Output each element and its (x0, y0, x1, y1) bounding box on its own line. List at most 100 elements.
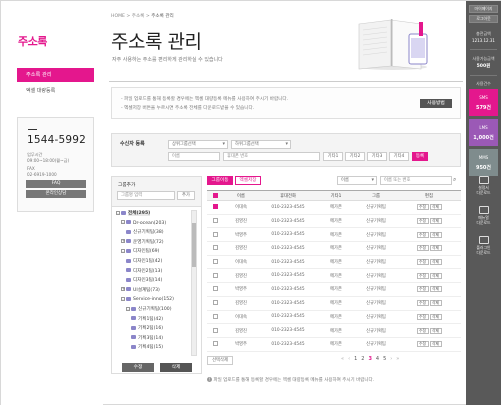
table-row[interactable]: 김영진 010-2323-4545 메가존 신규기획팀 수정 삭제 (207, 296, 461, 311)
excel-save-tab[interactable]: 엑셀저장 (235, 176, 261, 185)
row-delete-button[interactable]: 삭제 (429, 204, 442, 211)
group-tree-item[interactable]: 디자인3팀(14) (126, 277, 162, 284)
table-row[interactable]: 이대숙 010-2323-4545 메가존 신규기획팀 수정 삭제 (207, 255, 461, 270)
sidebar-item-address-book[interactable]: 주소록 관리 (17, 68, 94, 82)
row-delete-button[interactable]: 삭제 (429, 231, 442, 238)
collapse-icon[interactable]: - (121, 296, 125, 301)
logout-button[interactable]: 로그아웃 (469, 15, 498, 23)
row-delete-button[interactable]: 삭제 (429, 300, 442, 307)
usage-guide-button[interactable]: 사용방법 (420, 99, 452, 108)
online-chat-button[interactable]: 온라인상담 (26, 190, 86, 198)
row-delete-button[interactable]: 삭제 (429, 327, 442, 334)
group-edit-button[interactable]: 수정 (122, 363, 154, 372)
row-delete-button[interactable]: 삭제 (429, 218, 442, 225)
col-phone[interactable]: 휴대전화 (259, 190, 317, 201)
row-edit-button[interactable]: 수정 (416, 286, 429, 293)
row-delete-button[interactable]: 삭제 (429, 341, 442, 348)
row-checkbox[interactable] (212, 218, 218, 224)
sidebar-item-excel-upload[interactable]: 엑셀 대량등록 (17, 85, 94, 97)
table-row[interactable]: 이대숙 010-2323-4545 메가존 신규기획팀 수정 삭제 (207, 200, 461, 215)
row-checkbox[interactable] (212, 341, 218, 347)
table-row[interactable]: 박영주 010-2323-4545 메가존 신규기획팀 수정 삭제 (207, 282, 461, 297)
faq-button[interactable]: FAQ (26, 180, 86, 188)
prev-first-icon[interactable]: « (341, 356, 344, 362)
page-link[interactable]: 4 (376, 356, 379, 362)
breadcrumb-section[interactable]: 주소록 (132, 14, 145, 19)
etc3-input[interactable]: 기타3 (367, 152, 387, 161)
table-row[interactable]: 김영진 010-2323-4545 메가존 신규기획팀 수정 삭제 (207, 323, 461, 338)
collapse-icon[interactable]: - (116, 210, 120, 215)
group-tree-item[interactable]: 기획4팀(15) (131, 344, 163, 351)
page-link[interactable]: 1 (354, 356, 357, 362)
group-move-tab[interactable]: 그룹이동 (207, 176, 233, 185)
col-group[interactable]: 그룹 (355, 190, 397, 201)
row-checkbox[interactable] (212, 272, 218, 278)
phone-input[interactable]: 휴대폰 번호 (223, 152, 320, 161)
group-tree-item[interactable]: + 운영기획팀(72) (121, 239, 164, 246)
row-checkbox[interactable] (212, 300, 218, 306)
row-checkbox[interactable] (212, 259, 218, 265)
page-link[interactable]: 5 (383, 356, 386, 362)
group-tree-item[interactable]: 기획2팀(16) (131, 325, 163, 332)
group-tree-item[interactable]: - Dr-ocean(203) (121, 220, 166, 227)
search-input[interactable]: 이름 또는 번호 (380, 176, 452, 185)
table-row[interactable]: 이대숙 010-2323-4545 메가존 신규기획팀 수정 삭제 (207, 310, 461, 325)
name-input[interactable]: 이름 (168, 152, 220, 161)
delete-selected-button[interactable]: 선택삭제 (207, 356, 233, 365)
etc1-input[interactable]: 기타1 (323, 152, 343, 161)
row-delete-button[interactable]: 삭제 (429, 245, 442, 252)
row-edit-button[interactable]: 수정 (416, 231, 429, 238)
row-edit-button[interactable]: 수정 (416, 341, 429, 348)
row-edit-button[interactable]: 수정 (416, 204, 429, 211)
parent-group-select[interactable]: 상위그룹선택 (168, 140, 228, 149)
group-tree-item[interactable]: 디자인2팀(13) (126, 268, 162, 275)
row-edit-button[interactable]: 수정 (416, 259, 429, 266)
row-edit-button[interactable]: 수정 (416, 313, 429, 320)
select-all-checkbox[interactable] (212, 192, 218, 198)
next-last-icon[interactable]: » (396, 356, 399, 362)
scrollbar-thumb[interactable] (192, 223, 196, 267)
row-delete-button[interactable]: 삭제 (429, 272, 442, 279)
expand-icon[interactable]: + (121, 287, 125, 292)
rightbar-link-2[interactable]: 플러그인 다운로드 (466, 236, 501, 255)
breadcrumb-home[interactable]: HOME (111, 14, 125, 19)
row-delete-button[interactable]: 삭제 (429, 313, 442, 320)
group-tree-item[interactable]: - Service-inno(152) (121, 296, 174, 303)
group-tree-item[interactable]: - 전체(295) (116, 210, 151, 217)
table-row[interactable]: 박영주 010-2323-4545 메가존 신규기획팀 수정 삭제 (207, 337, 461, 352)
collapse-icon[interactable]: - (126, 306, 130, 311)
col-etc1[interactable]: 기타1 (317, 190, 355, 201)
group-tree-item[interactable]: 기획1팀(42) (131, 316, 163, 323)
sub-group-select[interactable]: 하위그룹선택 (231, 140, 291, 149)
etc4-input[interactable]: 기타4 (389, 152, 409, 161)
group-tree-item[interactable]: - 디자인팀(69) (121, 248, 159, 255)
sidebar-logo[interactable]: 주소록 (18, 33, 47, 49)
row-checkbox[interactable] (212, 286, 218, 292)
group-tree-item[interactable]: 신규기획팀(38) (126, 229, 164, 236)
row-edit-button[interactable]: 수정 (416, 245, 429, 252)
row-checkbox[interactable] (212, 327, 218, 333)
register-button[interactable]: 등록 (412, 152, 428, 161)
group-delete-button[interactable]: 삭제 (160, 363, 192, 372)
etc2-input[interactable]: 기타2 (345, 152, 365, 161)
row-checkbox[interactable] (212, 231, 218, 237)
group-tree-scrollbar[interactable] (191, 210, 197, 356)
row-delete-button[interactable]: 삭제 (429, 259, 442, 266)
group-name-input[interactable]: 그룹명 입력 (117, 191, 175, 200)
table-row[interactable]: 박영주 010-2323-4545 메가존 신규기획팀 수정 삭제 (207, 227, 461, 243)
rightbar-link-1[interactable]: 매뉴얼 다운로드 (466, 206, 501, 225)
expand-icon[interactable]: + (121, 239, 125, 244)
next-icon[interactable]: › (390, 356, 392, 362)
row-checkbox[interactable] (212, 313, 218, 319)
collapse-icon[interactable]: - (121, 248, 125, 253)
row-edit-button[interactable]: 수정 (416, 218, 429, 225)
row-checkbox[interactable] (212, 204, 218, 210)
row-checkbox[interactable] (212, 245, 218, 251)
search-field-select[interactable]: 이름 (337, 176, 377, 185)
prev-icon[interactable]: ‹ (348, 356, 350, 362)
table-row[interactable]: 김영진 010-2323-4545 메가존 신규기획팀 수정 삭제 (207, 214, 461, 229)
collapse-icon[interactable]: - (121, 220, 125, 225)
group-add-button[interactable]: 추가 (177, 191, 195, 200)
page-link[interactable]: 2 (361, 356, 364, 362)
col-name[interactable]: 이름 (223, 190, 259, 201)
